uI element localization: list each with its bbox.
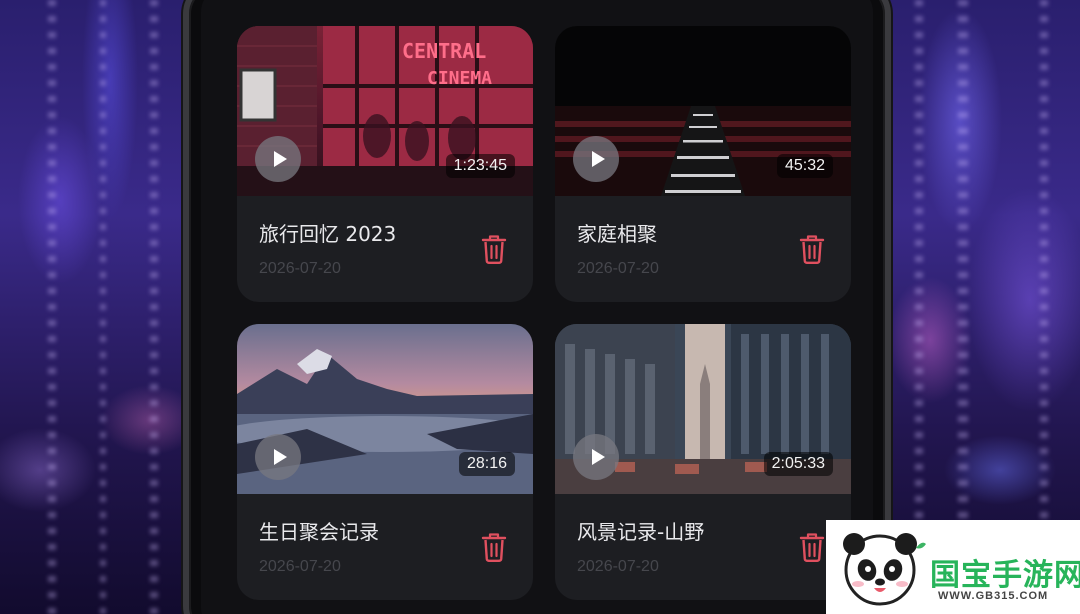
play-icon [273,449,287,465]
trash-icon[interactable] [481,234,507,264]
video-thumbnail[interactable]: 2:05:33 [555,324,851,494]
video-thumbnail[interactable]: 28:16 [237,324,533,494]
play-button[interactable] [255,136,301,182]
video-thumbnail[interactable]: CENTRAL CINEMA 1:23:45 [237,26,533,196]
video-duration: 28:16 [458,452,515,476]
video-card[interactable]: 28:16 生日聚会记录 2026-07-20 [237,324,533,600]
background-building-lights [150,0,158,614]
video-thumbnail[interactable]: 45:32 [555,26,851,196]
trash-icon[interactable] [481,532,507,562]
video-date: 2026-07-20 [259,558,341,575]
video-date: 2026-07-20 [577,260,659,277]
video-title: 家庭相聚 [577,222,657,246]
video-card[interactable]: 2:05:33 风景记录-山野 2026-07-20 [555,324,851,600]
video-title: 风景记录-山野 [577,520,705,544]
background-building-lights [48,0,56,614]
video-duration: 45:32 [776,154,833,178]
play-button[interactable] [255,434,301,480]
video-date: 2026-07-20 [259,260,341,277]
site-watermark: 国宝手游网 WWW.GB315.COM [826,520,1080,614]
play-icon [591,151,605,167]
background-building-lights [100,0,106,614]
video-card[interactable]: CENTRAL CINEMA 1:23:45 旅行回忆 2023 2026-07… [237,26,533,302]
watermark-text: 国宝手游网 [930,558,1080,593]
play-icon [273,151,287,167]
video-duration: 1:23:45 [445,154,515,178]
play-icon [591,449,605,465]
svg-text:CINEMA: CINEMA [427,68,492,89]
svg-text:CENTRAL: CENTRAL [402,39,486,63]
panda-logo-icon [843,533,926,606]
video-title: 生日聚会记录 [259,520,379,544]
trash-icon[interactable] [799,234,825,264]
video-title: 旅行回忆 2023 [259,222,397,246]
video-library-screen: CENTRAL CINEMA 1:23:45 旅行回忆 2023 2026-07… [201,0,873,614]
watermark-url: WWW.GB315.COM [938,590,1049,602]
video-duration: 2:05:33 [763,452,833,476]
trash-icon[interactable] [799,532,825,562]
play-button[interactable] [573,136,619,182]
video-card[interactable]: 45:32 家庭相聚 2026-07-20 [555,26,851,302]
play-button[interactable] [573,434,619,480]
phone-frame: CENTRAL CINEMA 1:23:45 旅行回忆 2023 2026-07… [183,0,891,614]
video-date: 2026-07-20 [577,558,659,575]
